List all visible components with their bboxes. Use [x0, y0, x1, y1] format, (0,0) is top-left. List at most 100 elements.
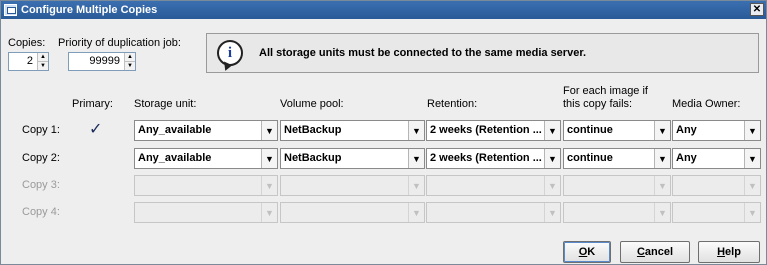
chevron-down-icon[interactable]: ▼	[408, 149, 424, 168]
retention-value: 2 weeks (Retention ...	[430, 124, 542, 136]
volume-pool-select-copy-4: ▼	[280, 202, 425, 223]
chevron-down-icon[interactable]: ▼	[744, 121, 760, 140]
media-owner-select-copy-3: ▼	[672, 175, 761, 196]
volume-pool-select-copy-3: ▼	[280, 175, 425, 196]
on-fail-select-copy-2[interactable]: continue ▼	[563, 148, 671, 169]
media-owner-select-copy-1[interactable]: Any ▼	[672, 120, 761, 141]
volume-pool-value: NetBackup	[284, 152, 342, 164]
chevron-down-icon[interactable]: ▼	[544, 121, 560, 140]
chevron-down-icon: ▼	[744, 176, 760, 195]
primary-check-icon[interactable]: ✓	[89, 119, 102, 139]
storage-unit-select-copy-3: ▼	[134, 175, 278, 196]
priority-label: Priority of duplication job:	[58, 37, 181, 49]
volume-pool-value	[281, 176, 408, 195]
chevron-down-icon[interactable]: ▼	[544, 149, 560, 168]
chevron-down-icon[interactable]: ▼	[261, 149, 277, 168]
configure-multiple-copies-dialog: Configure Multiple Copies ✕ Copies: 2 ▲ …	[0, 0, 767, 265]
on-fail-select-copy-1[interactable]: continue ▼	[563, 120, 671, 141]
priority-spin-arrows[interactable]: ▲ ▼	[124, 53, 135, 70]
close-button[interactable]: ✕	[750, 3, 764, 16]
chevron-down-icon: ▼	[544, 203, 560, 222]
on-fail-value: continue	[567, 124, 613, 136]
row-label-copy-2: Copy 2:	[22, 152, 60, 164]
row-label-copy-3: Copy 3:	[22, 179, 60, 191]
cancel-label: ancel	[644, 246, 674, 258]
help-label: elp	[725, 246, 741, 258]
storage-unit-select-copy-4: ▼	[134, 202, 278, 223]
cancel-mnemonic: C	[636, 246, 645, 258]
storage-unit-value: Any_available	[138, 124, 212, 136]
ok-button[interactable]: OK	[563, 241, 611, 263]
volume-pool-value: NetBackup	[284, 124, 342, 136]
storage-unit-value	[135, 176, 261, 195]
chevron-down-icon: ▼	[744, 203, 760, 222]
header-primary: Primary:	[72, 98, 113, 110]
chevron-down-icon: ▼	[261, 176, 277, 195]
chevron-down-icon: ▼	[544, 176, 560, 195]
chevron-down-icon[interactable]: ▼	[744, 149, 760, 168]
storage-unit-select-copy-2[interactable]: Any_available ▼	[134, 148, 278, 169]
media-owner-value: Any	[676, 152, 697, 164]
header-volume-pool: Volume pool:	[280, 98, 344, 110]
chevron-down-icon: ▼	[261, 203, 277, 222]
chevron-down-icon: ▼	[408, 203, 424, 222]
spin-down-icon[interactable]: ▼	[125, 61, 135, 70]
chevron-down-icon: ▼	[654, 203, 670, 222]
header-fail-action-line1: For each image if	[563, 85, 648, 97]
cancel-button[interactable]: Cancel	[620, 241, 690, 263]
info-message: All storage units must be connected to t…	[259, 47, 587, 59]
retention-value: 2 weeks (Retention ...	[430, 152, 542, 164]
storage-unit-select-copy-1[interactable]: Any_available ▼	[134, 120, 278, 141]
retention-select-copy-4: ▼	[426, 202, 561, 223]
window-title: Configure Multiple Copies	[21, 4, 158, 16]
on-fail-value: continue	[567, 152, 613, 164]
retention-select-copy-1[interactable]: 2 weeks (Retention ... ▼	[426, 120, 561, 141]
chevron-down-icon[interactable]: ▼	[261, 121, 277, 140]
copies-value[interactable]: 2	[9, 53, 37, 70]
storage-unit-value: Any_available	[138, 152, 212, 164]
info-panel: i All storage units must be connected to…	[206, 33, 759, 73]
on-fail-select-copy-3: ▼	[563, 175, 671, 196]
media-owner-value	[673, 176, 744, 195]
priority-spinner[interactable]: 99999 ▲ ▼	[68, 52, 136, 71]
media-owner-value	[673, 203, 744, 222]
retention-select-copy-3: ▼	[426, 175, 561, 196]
media-owner-select-copy-4: ▼	[672, 202, 761, 223]
storage-unit-value	[135, 203, 261, 222]
ok-mnemonic: O	[578, 246, 588, 258]
on-fail-value	[564, 176, 654, 195]
volume-pool-select-copy-1[interactable]: NetBackup ▼	[280, 120, 425, 141]
chevron-down-icon[interactable]: ▼	[408, 121, 424, 140]
retention-value	[427, 203, 544, 222]
info-icon: i	[217, 40, 243, 66]
spin-up-icon[interactable]: ▲	[38, 53, 48, 61]
help-button[interactable]: Help	[698, 241, 760, 263]
media-owner-value: Any	[676, 124, 697, 136]
chevron-down-icon: ▼	[408, 176, 424, 195]
retention-value	[427, 176, 544, 195]
volume-pool-select-copy-2[interactable]: NetBackup ▼	[280, 148, 425, 169]
header-media-owner: Media Owner:	[672, 98, 741, 110]
spin-up-icon[interactable]: ▲	[125, 53, 135, 61]
copies-label: Copies:	[8, 37, 46, 49]
help-mnemonic: H	[717, 246, 726, 258]
on-fail-select-copy-4: ▼	[563, 202, 671, 223]
window-icon	[4, 4, 17, 16]
title-bar: Configure Multiple Copies ✕	[1, 1, 766, 19]
header-fail-action-line2: this copy fails:	[563, 98, 633, 110]
volume-pool-value	[281, 203, 408, 222]
priority-value[interactable]: 99999	[69, 53, 124, 70]
spin-down-icon[interactable]: ▼	[38, 61, 48, 70]
ok-label: K	[587, 246, 596, 258]
row-label-copy-4: Copy 4:	[22, 206, 60, 218]
header-storage-unit: Storage unit:	[134, 98, 197, 110]
copies-spinner[interactable]: 2 ▲ ▼	[8, 52, 49, 71]
row-label-copy-1: Copy 1:	[22, 124, 60, 136]
media-owner-select-copy-2[interactable]: Any ▼	[672, 148, 761, 169]
retention-select-copy-2[interactable]: 2 weeks (Retention ... ▼	[426, 148, 561, 169]
on-fail-value	[564, 203, 654, 222]
chevron-down-icon[interactable]: ▼	[654, 149, 670, 168]
copies-spin-arrows[interactable]: ▲ ▼	[37, 53, 48, 70]
chevron-down-icon: ▼	[654, 176, 670, 195]
chevron-down-icon[interactable]: ▼	[654, 121, 670, 140]
